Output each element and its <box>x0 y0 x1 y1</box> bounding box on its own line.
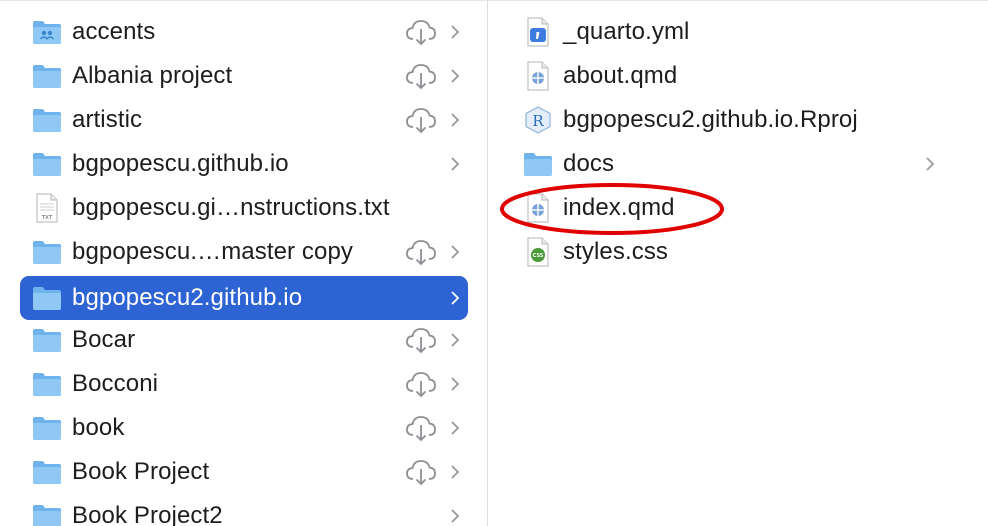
item-label: Book Project2 <box>72 502 223 526</box>
chevron-right-icon <box>451 157 460 171</box>
txt-badge: TXT <box>41 215 53 221</box>
chevron-right-icon <box>451 25 460 39</box>
list-item-quarto-yml[interactable]: _quarto.yml <box>509 10 969 54</box>
item-label: bgpopescu2.github.io <box>72 284 303 311</box>
icloud-download-icon[interactable] <box>404 456 438 488</box>
chevron-right-icon <box>926 157 935 171</box>
chevron-right-icon <box>451 245 460 259</box>
list-item-styles-css[interactable]: CSS styles.css <box>509 230 969 274</box>
list-item-artistic[interactable]: artistic <box>20 98 468 142</box>
icloud-download-icon[interactable] <box>404 60 438 92</box>
chevron-right-icon <box>451 421 460 435</box>
folder-icon <box>32 105 62 135</box>
list-item-rproj[interactable]: R bgpopescu2.github.io.Rproj <box>509 98 969 142</box>
css-file-icon: CSS <box>523 237 553 267</box>
chevron-right-icon <box>451 377 460 391</box>
finder-column-contents[interactable]: _quarto.yml about.qmd R bgpopescu2.githu… <box>489 0 988 526</box>
list-item-about-qmd[interactable]: about.qmd <box>509 54 969 98</box>
list-item-book-project[interactable]: Book Project <box>20 450 468 494</box>
finder-column-parent[interactable]: accents Albania project artistic bgpopes… <box>0 0 488 526</box>
folder-icon <box>32 325 62 355</box>
text-file-icon: TXT <box>32 193 62 223</box>
css-badge: CSS <box>533 253 544 259</box>
icloud-download-icon[interactable] <box>404 412 438 444</box>
quarto-file-icon <box>523 61 553 91</box>
item-label: bgpopescu.github.io <box>72 150 289 177</box>
chevron-right-icon <box>451 113 460 127</box>
shared-folder-icon <box>32 17 62 47</box>
folder-icon <box>32 149 62 179</box>
list-item-instructions-txt[interactable]: TXT bgpopescu.gi…nstructions.txt <box>20 186 468 230</box>
folder-icon <box>32 457 62 487</box>
yml-file-icon <box>523 17 553 47</box>
icloud-download-icon[interactable] <box>404 236 438 268</box>
list-item-book-project2[interactable]: Book Project2 <box>20 494 468 526</box>
list-item-bgpopescu2-github-io[interactable]: bgpopescu2.github.io <box>20 276 468 320</box>
chevron-right-icon <box>451 291 460 305</box>
folder-icon <box>32 283 62 313</box>
rproj-badge: R <box>532 112 544 130</box>
chevron-right-icon <box>451 465 460 479</box>
list-item-bocar[interactable]: Bocar <box>20 318 468 362</box>
folder-icon <box>32 413 62 443</box>
item-label: about.qmd <box>563 62 678 89</box>
annotation-circle <box>500 183 724 235</box>
item-label: bgpopescu.gi…nstructions.txt <box>72 194 390 221</box>
icloud-download-icon[interactable] <box>404 104 438 136</box>
chevron-right-icon <box>451 509 460 523</box>
item-label: docs <box>563 150 615 177</box>
list-item-master-copy[interactable]: bgpopescu.…master copy <box>20 230 468 274</box>
icloud-download-icon[interactable] <box>404 324 438 356</box>
list-item-bgpopescu-github-io[interactable]: bgpopescu.github.io <box>20 142 468 186</box>
folder-icon <box>32 369 62 399</box>
chevron-right-icon <box>451 69 460 83</box>
list-item-accents[interactable]: accents <box>20 10 468 54</box>
rproj-file-icon: R <box>523 105 553 135</box>
folder-icon <box>523 149 553 179</box>
list-item-docs[interactable]: docs <box>509 142 969 186</box>
item-label: bgpopescu2.github.io.Rproj <box>563 106 858 133</box>
folder-icon <box>32 237 62 267</box>
icloud-download-icon[interactable] <box>404 16 438 48</box>
chevron-right-icon <box>451 333 460 347</box>
list-item-bocconi[interactable]: Bocconi <box>20 362 468 406</box>
folder-icon <box>32 61 62 91</box>
item-label: styles.css <box>563 238 669 265</box>
list-item-albania-project[interactable]: Albania project <box>20 54 468 98</box>
item-label: _quarto.yml <box>563 18 690 45</box>
list-item-book[interactable]: book <box>20 406 468 450</box>
folder-icon <box>32 501 62 526</box>
icloud-download-icon[interactable] <box>404 368 438 400</box>
